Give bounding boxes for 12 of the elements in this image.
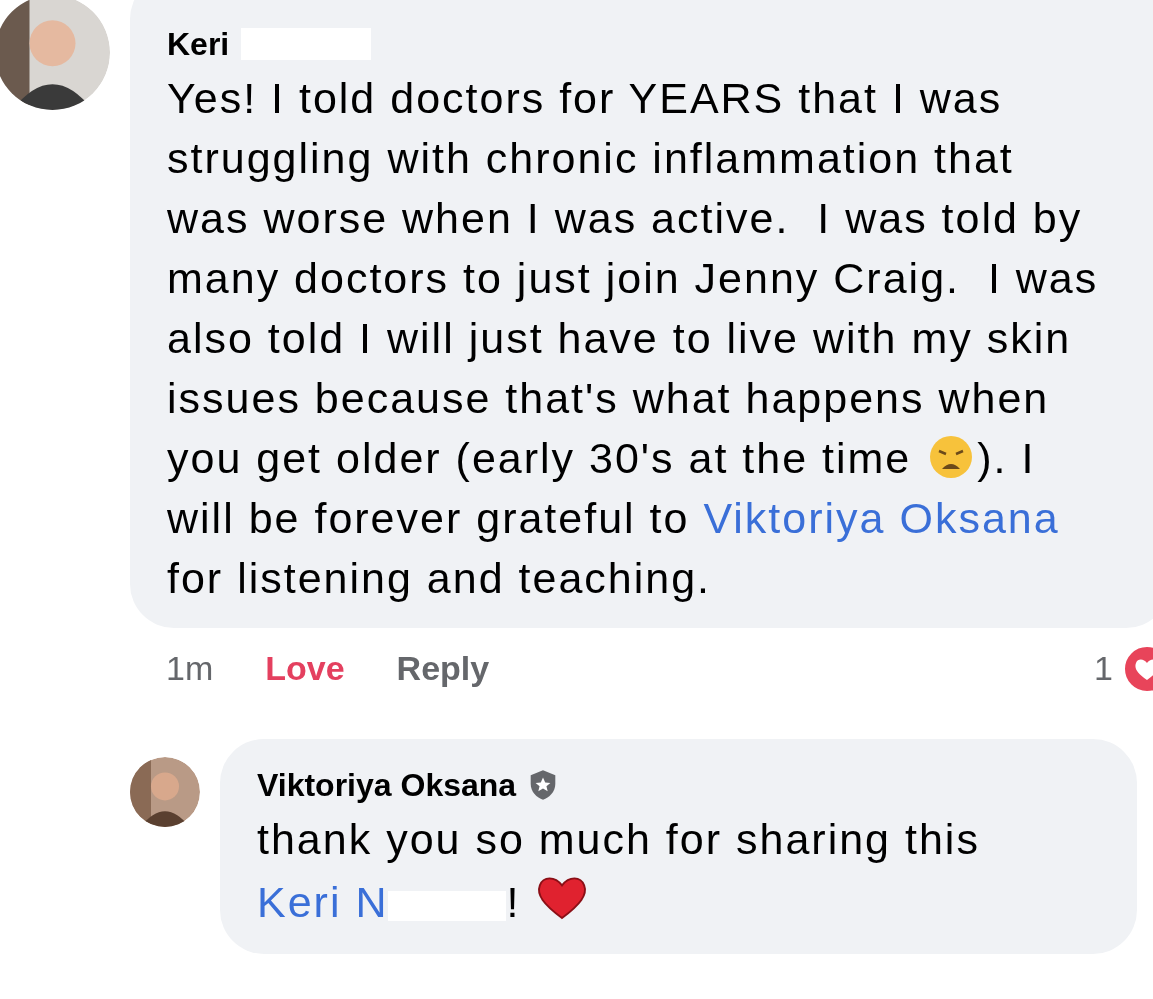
action-link[interactable]: Love: [265, 643, 345, 694]
avatar: [130, 757, 200, 827]
reaction-count: 1: [1094, 648, 1113, 689]
comment-text: Yes! I told doctors for YEARS that I was struggling with chronic inflammation that was worse when I was active. I was told by many doctors to just join Jenny Craig. I was also told I will just have to live with my skin issues because that's what happens when you get older (early 30's at the time ). I will be forever grateful to Viktoriya Oksana for listening and teaching.: [167, 73, 1100, 604]
comment-text: thank you so much for sharing this Keri N !: [257, 814, 981, 928]
weary-face-icon: [929, 435, 974, 479]
timestamp: 1m: [166, 648, 214, 689]
author-name[interactable]: Keri: [167, 20, 230, 68]
author-name[interactable]: Viktoriya Oksana: [257, 761, 517, 809]
mention-link[interactable]: Viktoriya Oksana: [703, 494, 1060, 542]
action-link[interactable]: Reply: [396, 643, 490, 694]
mention-link[interactable]: Keri N: [257, 878, 389, 926]
